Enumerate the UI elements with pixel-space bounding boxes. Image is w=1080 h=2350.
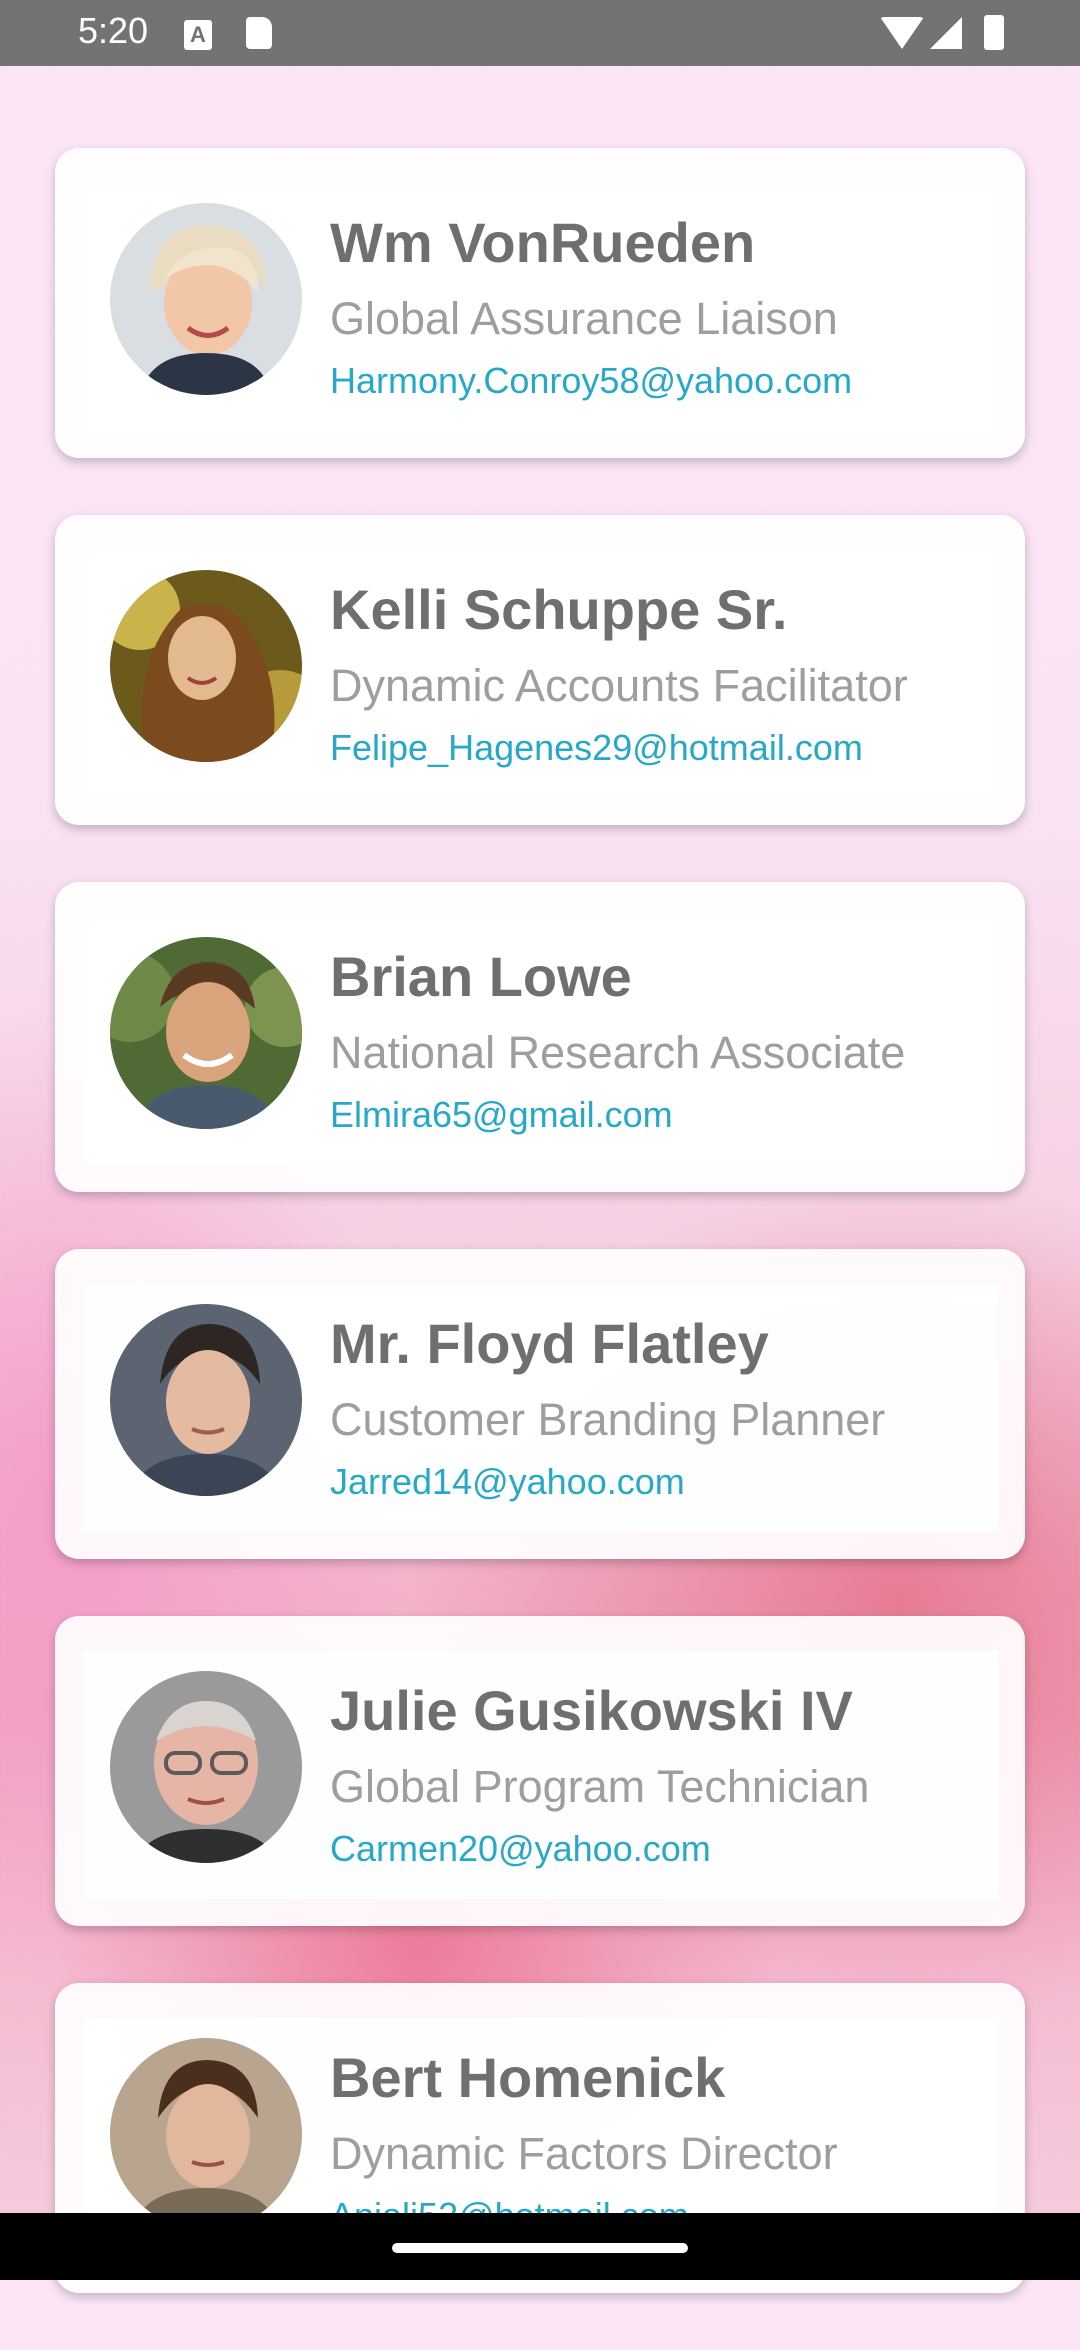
avatar	[110, 1304, 302, 1496]
status-bar: 5:20 A	[0, 0, 1080, 66]
contact-title: National Research Associate	[330, 1027, 906, 1078]
contact-title: Customer Branding Planner	[330, 1394, 886, 1445]
avatar	[110, 203, 302, 395]
status-time: 5:20	[78, 10, 149, 51]
battery-icon	[984, 15, 1004, 50]
avatar	[110, 570, 302, 762]
signal-icon	[930, 17, 962, 49]
contact-name: Julie Gusikowski IV	[330, 1679, 853, 1742]
avatar	[110, 1671, 302, 1863]
contact-title: Dynamic Factors Director	[330, 2128, 838, 2179]
avatar	[110, 937, 302, 1129]
sd-card-icon	[246, 17, 272, 49]
contact-email[interactable]: Elmira65@gmail.com	[330, 1094, 673, 1136]
contact-title: Dynamic Accounts Facilitator	[330, 660, 908, 711]
home-gesture-handle[interactable]	[392, 2243, 688, 2253]
contact-card[interactable]: Kelli Schuppe Sr. Dynamic Accounts Facil…	[55, 515, 1025, 825]
contact-title: Global Program Technician	[330, 1761, 870, 1812]
contact-name: Mr. Floyd Flatley	[330, 1312, 769, 1375]
contact-name: Bert Homenick	[330, 2046, 726, 2109]
contact-name: Kelli Schuppe Sr.	[330, 578, 788, 641]
contact-card[interactable]: Wm VonRueden Global Assurance Liaison Ha…	[55, 148, 1025, 458]
avatar	[110, 2038, 302, 2230]
contact-title: Global Assurance Liaison	[330, 293, 838, 344]
contact-card[interactable]: Brian Lowe National Research Associate E…	[55, 882, 1025, 1192]
contact-name: Brian Lowe	[330, 945, 632, 1008]
contact-list: Wm VonRueden Global Assurance Liaison Ha…	[55, 148, 1025, 2350]
contact-email[interactable]: Jarred14@yahoo.com	[330, 1461, 685, 1503]
contact-card[interactable]: Mr. Floyd Flatley Customer Branding Plan…	[55, 1249, 1025, 1559]
contact-card[interactable]: Julie Gusikowski IV Global Program Techn…	[55, 1616, 1025, 1926]
contact-email[interactable]: Felipe_Hagenes29@hotmail.com	[330, 727, 863, 769]
navigation-bar	[0, 2213, 1080, 2280]
contact-email[interactable]: Harmony.Conroy58@yahoo.com	[330, 360, 852, 402]
a-box-icon: A	[184, 20, 212, 50]
wifi-icon	[880, 17, 924, 49]
contact-name: Wm VonRueden	[330, 211, 756, 274]
contact-email[interactable]: Carmen20@yahoo.com	[330, 1828, 711, 1870]
